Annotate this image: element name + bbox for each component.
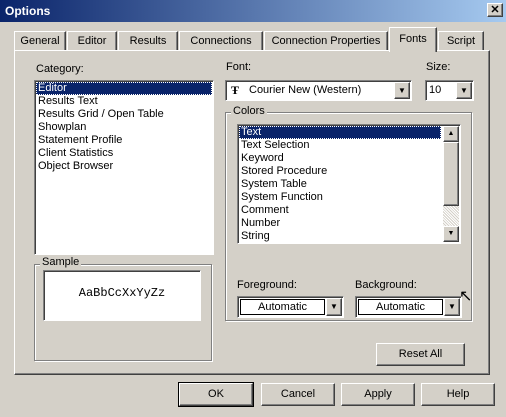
cancel-label: Cancel — [280, 388, 316, 400]
arrow-down-icon: ▼ — [447, 230, 455, 237]
color-list-item[interactable]: Comment — [239, 204, 441, 217]
color-list-item[interactable]: String — [239, 230, 441, 243]
category-list-item[interactable]: Results Grid / Open Table — [36, 108, 212, 121]
scroll-up-button[interactable]: ▲ — [443, 126, 459, 142]
category-list-item[interactable]: Statement Profile — [36, 134, 212, 147]
category-list-item[interactable]: Results Text — [36, 95, 212, 108]
foreground-combobox[interactable]: Automatic ▼ — [237, 296, 344, 318]
category-list[interactable]: Editor Results Text Results Grid / Open Ta… — [34, 80, 214, 255]
tab-fonts[interactable]: Fonts — [389, 27, 437, 52]
fonts-tab-panel: Category: Editor Results Text Results Grid… — [14, 50, 490, 375]
tab-connection-properties[interactable]: Connection Properties — [264, 31, 388, 51]
category-list-item[interactable]: Editor — [36, 82, 212, 95]
size-value: 10 — [429, 84, 442, 96]
category-items: Editor Results Text Results Grid / Open Ta… — [35, 81, 213, 174]
help-label: Help — [446, 388, 470, 400]
color-list-item[interactable]: Stored Procedure — [239, 165, 441, 178]
size-combobox[interactable]: 10 ▼ — [425, 80, 474, 101]
tab-connections[interactable]: Connections — [179, 31, 263, 51]
chevron-down-icon: ▼ — [460, 86, 468, 95]
color-list-item[interactable]: Keyword — [239, 152, 441, 165]
font-dropdown-button[interactable]: ▼ — [394, 82, 410, 99]
font-combobox[interactable]: Ŧ Courier New (Western) ▼ — [225, 80, 412, 101]
window-title: Options — [5, 4, 51, 18]
tab-general[interactable]: General — [14, 31, 66, 51]
close-button[interactable]: ✕ — [487, 3, 503, 17]
color-list-item[interactable]: Text Selection — [239, 139, 441, 152]
ok-button[interactable]: OK — [178, 382, 254, 407]
category-list-item[interactable]: Client Statistics — [36, 147, 212, 160]
sample-box: AaBbCcXxYyZz — [43, 270, 201, 321]
chevron-down-icon: ▼ — [398, 86, 406, 95]
tab-label: Connection Properties — [271, 35, 381, 47]
background-label: Background: — [355, 279, 417, 291]
truetype-icon: Ŧ — [231, 83, 240, 97]
apply-button[interactable]: Apply — [341, 383, 415, 406]
help-button[interactable]: Help — [421, 383, 495, 406]
sample-text: AaBbCcXxYyZz — [78, 286, 166, 300]
tab-label: Connections — [190, 35, 252, 47]
scroll-down-button[interactable]: ▼ — [443, 226, 459, 242]
tab-editor[interactable]: Editor — [67, 31, 117, 51]
tab-results[interactable]: Results — [118, 31, 178, 51]
foreground-label: Foreground: — [237, 279, 297, 291]
tab-label: Script — [446, 35, 476, 47]
category-list-item[interactable]: Object Browser — [36, 160, 212, 173]
size-dropdown-button[interactable]: ▼ — [456, 82, 472, 99]
font-label: Font: — [226, 61, 252, 73]
tab-label: Results — [129, 35, 167, 47]
color-items: Text Text Selection Keyword Stored Procedur… — [238, 125, 442, 244]
tab-label: Fonts — [399, 33, 427, 45]
category-label: Category: — [36, 63, 84, 75]
cancel-button[interactable]: Cancel — [261, 383, 335, 406]
color-list-item[interactable]: System Function — [239, 191, 441, 204]
scrollbar-thumb[interactable] — [443, 142, 459, 206]
colors-scrollbar[interactable]: ▲ ▼ — [443, 126, 459, 242]
foreground-dropdown-button[interactable]: ▼ — [326, 298, 342, 316]
foreground-value: Automatic — [240, 299, 325, 315]
ok-label: OK — [208, 388, 224, 400]
title-bar: Options — [0, 0, 506, 22]
reset-all-label: Reset All — [398, 348, 443, 360]
background-dropdown-button[interactable]: ▼ — [444, 298, 460, 316]
size-label: Size: — [426, 61, 451, 73]
color-list-item[interactable]: System Table — [239, 178, 441, 191]
chevron-down-icon: ▼ — [448, 302, 456, 311]
tab-script[interactable]: Script — [438, 31, 484, 51]
mouse-cursor-icon: ↖ — [459, 288, 473, 305]
category-list-item[interactable]: Showplan — [36, 121, 212, 134]
colors-label: Colors — [231, 105, 267, 117]
arrow-up-icon: ▲ — [447, 130, 455, 137]
background-combobox[interactable]: Automatic ▼ — [355, 296, 462, 318]
colors-list[interactable]: Text Text Selection Keyword Stored Procedur… — [237, 124, 461, 244]
background-value: Automatic — [358, 299, 443, 315]
tab-label: Editor — [77, 35, 107, 47]
tab-label: General — [20, 35, 60, 47]
reset-all-button[interactable]: Reset All — [376, 343, 465, 366]
close-icon: ✕ — [490, 4, 500, 16]
color-list-item[interactable]: Number — [239, 217, 441, 230]
sample-label: Sample — [40, 256, 82, 268]
apply-label: Apply — [364, 388, 392, 400]
chevron-down-icon: ▼ — [330, 302, 338, 311]
font-value: Courier New (Western) — [249, 84, 362, 96]
color-list-item[interactable]: Text — [239, 126, 441, 139]
